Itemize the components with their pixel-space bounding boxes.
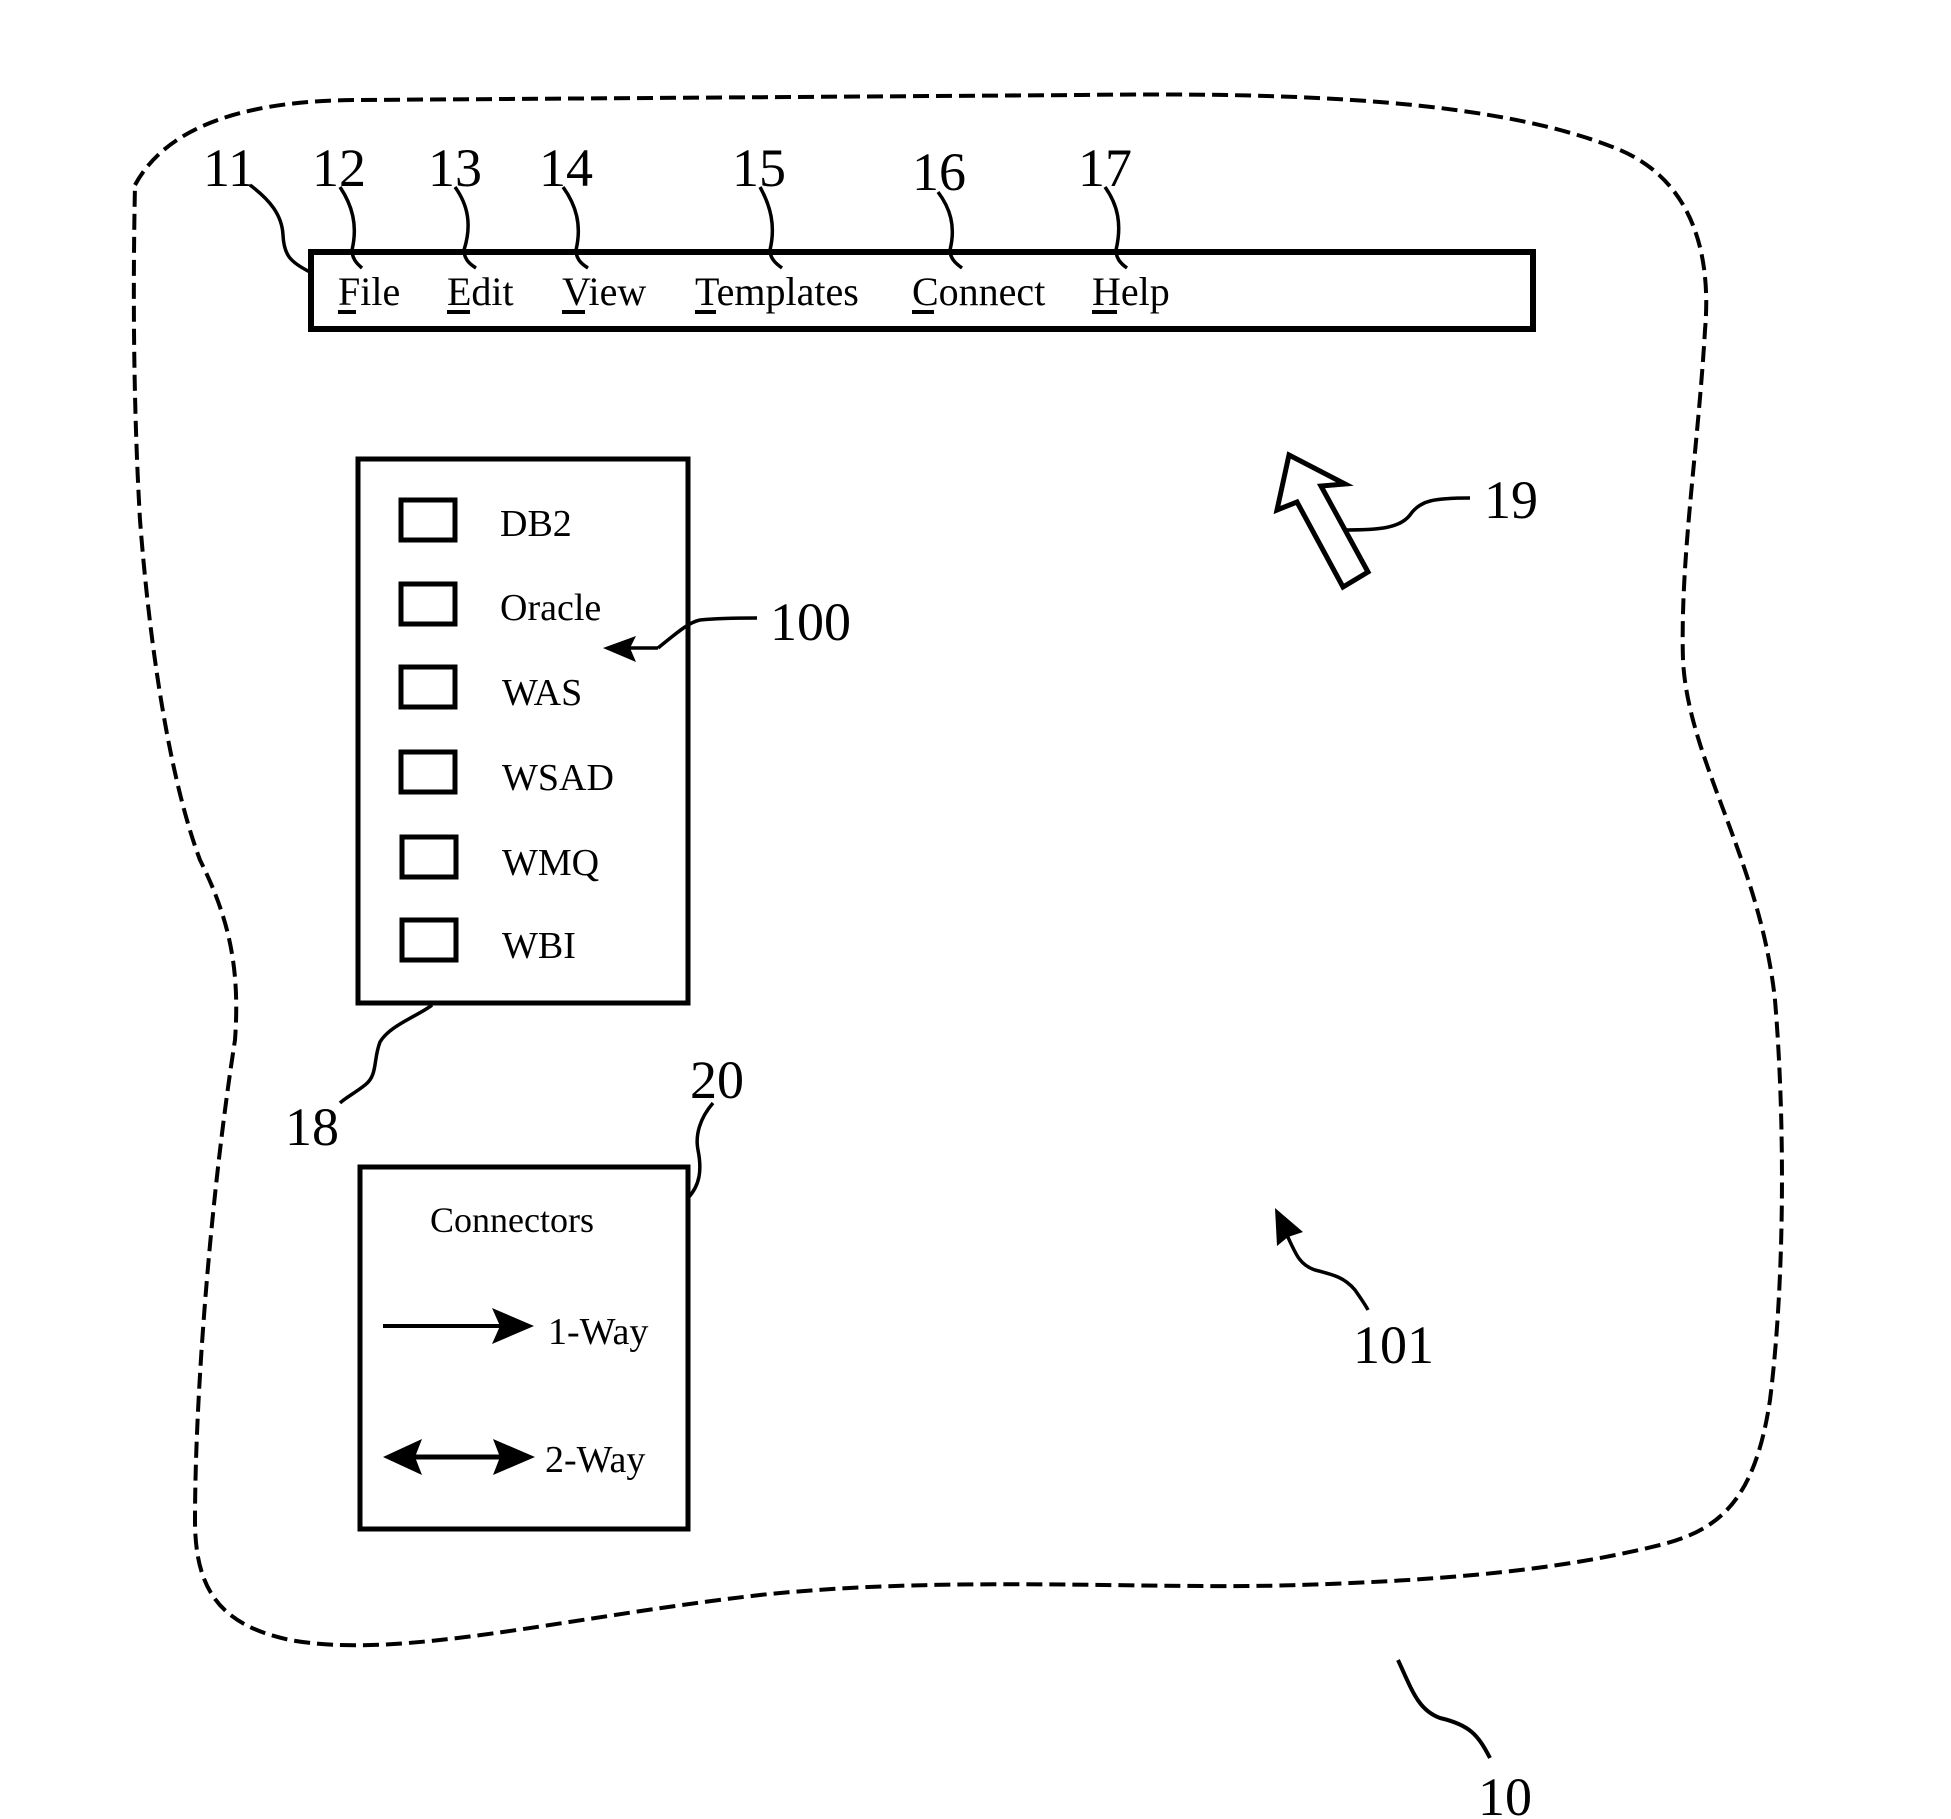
leader-line-11 bbox=[248, 183, 311, 274]
palette-item-wsad[interactable]: WSAD bbox=[398, 749, 614, 799]
leader-line-18 bbox=[338, 1003, 434, 1105]
checkbox[interactable] bbox=[398, 497, 458, 543]
ref-label-10: 10 bbox=[1478, 1767, 1532, 1819]
menu-label-view: View bbox=[562, 269, 646, 314]
menu-item-help[interactable]: 17 Help bbox=[1078, 138, 1170, 314]
leader-line-19 bbox=[1344, 496, 1471, 532]
palette-item-label: WSAD bbox=[502, 757, 614, 799]
ref-label-100: 100 bbox=[770, 592, 851, 652]
checkbox[interactable] bbox=[399, 834, 459, 880]
menu-item-templates[interactable]: 15 Templates bbox=[695, 138, 859, 314]
checkbox[interactable] bbox=[398, 664, 458, 710]
menu-label-templates: Templates bbox=[695, 269, 859, 314]
palette-item-label: WAS bbox=[502, 672, 582, 714]
connector-label: 1-Way bbox=[548, 1311, 648, 1353]
ref-label-15: 15 bbox=[732, 138, 786, 198]
ref-label-12: 12 bbox=[312, 138, 366, 198]
palette-item-label: Oracle bbox=[500, 587, 601, 629]
palette-item-label: WMQ bbox=[502, 842, 599, 884]
leader-line-101 bbox=[1285, 1234, 1370, 1311]
hollow-pointer-arrow-icon[interactable] bbox=[1273, 451, 1372, 591]
checkbox[interactable] bbox=[398, 581, 458, 627]
connector-label: 2-Way bbox=[545, 1439, 645, 1481]
palette-item-label: DB2 bbox=[500, 503, 572, 545]
leader-line-10 bbox=[1396, 1659, 1492, 1759]
ref-label-19: 19 bbox=[1484, 470, 1538, 530]
leader-line-20 bbox=[686, 1101, 715, 1200]
menu-label-file: File bbox=[338, 269, 400, 314]
menu-label-edit: Edit bbox=[447, 269, 514, 314]
ref-label-18: 18 bbox=[285, 1097, 339, 1157]
menu-label-help: Help bbox=[1092, 269, 1170, 314]
ref-label-101: 101 bbox=[1353, 1315, 1434, 1375]
palette-item-label: WBI bbox=[502, 925, 576, 967]
palette-item-oracle[interactable]: Oracle bbox=[398, 581, 601, 629]
ref-label-20: 20 bbox=[690, 1050, 744, 1110]
ref-label-11: 11 bbox=[203, 138, 255, 198]
menu-label-connect: Connect bbox=[912, 269, 1045, 314]
menu-item-connect[interactable]: 16 Connect bbox=[912, 142, 1045, 314]
checkbox[interactable] bbox=[399, 917, 459, 963]
connectors-title: Connectors bbox=[430, 1200, 594, 1240]
checkbox[interactable] bbox=[398, 749, 458, 795]
